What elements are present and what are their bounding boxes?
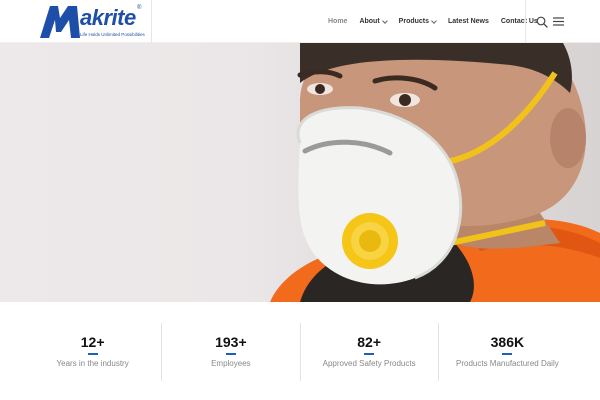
stat-employees: 193+ Employees [162,323,301,381]
stat-label: Employees [211,359,251,368]
stats-section: 12+ Years in the industry 193+ Employees… [24,323,576,381]
nav-item-latest-news[interactable]: Latest News [448,18,489,25]
stat-label: Years in the industry [56,359,129,368]
nav-item-products[interactable]: Products [398,17,437,25]
chevron-down-icon [431,17,437,24]
chevron-down-icon [381,17,388,24]
logo[interactable]: akrite ® Life Holds Unlimited Possibilit… [0,0,152,43]
stat-value: 386K [490,334,525,350]
search-icon[interactable] [536,16,548,28]
nav-label: Latest News [448,18,489,25]
nav-label: Products [398,18,430,25]
nav-item-about[interactable]: About [359,17,388,25]
hero-image [270,43,600,302]
stat-label: Products Manufactured Daily [456,359,559,368]
logo-registered: ® [137,5,142,11]
stat-years: 12+ Years in the industry [24,323,163,381]
stat-accent-bar [87,353,98,355]
nav-label: About [359,18,380,25]
site-header: akrite ® Life Holds Unlimited Possibilit… [0,0,600,43]
stat-accent-bar [225,353,236,355]
stat-label: Approved Safety Products [322,359,416,368]
stat-accent-bar [502,353,513,355]
nav-item-contact-us[interactable]: Contact Us [501,18,538,25]
logo-tagline: Life Holds Unlimited Possibilities [80,32,145,37]
nav-item-home[interactable]: Home [328,18,347,25]
logo-mark-icon [40,6,80,38]
stat-value: 193+ [215,334,247,350]
stat-accent-bar [364,353,375,355]
logo-wordmark: akrite [80,5,136,30]
main-nav: Home About Products Latest News Contact … [328,0,550,43]
hero-banner [0,43,600,302]
nav-divider [525,0,526,43]
nav-label: Home [328,18,348,25]
stat-daily-production: 386K Products Manufactured Daily [439,323,576,381]
stat-value: 82+ [357,334,381,350]
stat-value: 12+ [80,334,105,350]
hamburger-menu-icon[interactable] [553,16,564,27]
nav-label: Contact Us [500,18,538,25]
stat-approved-products: 82+ Approved Safety Products [301,323,439,381]
